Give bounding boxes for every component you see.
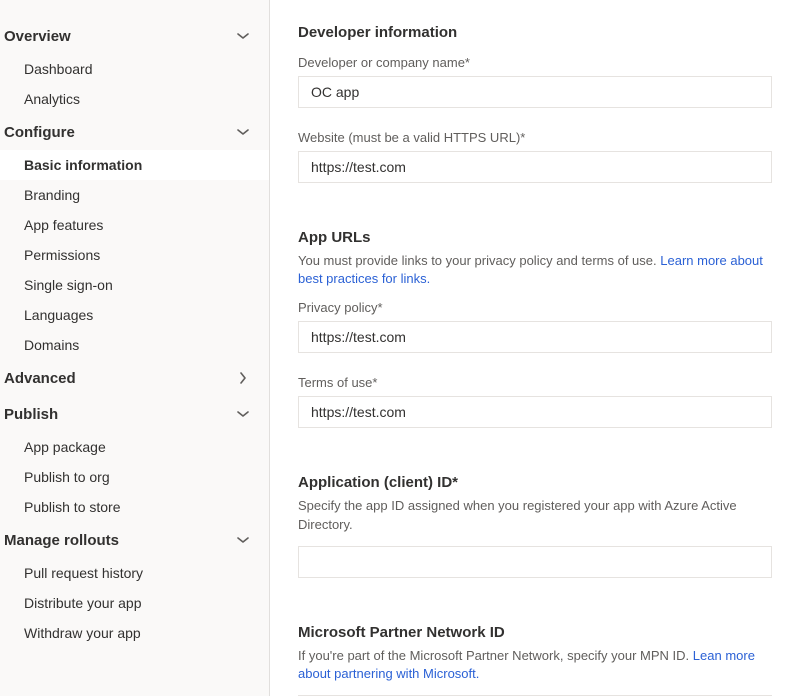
help-text-mpn: If you're part of the Microsoft Partner … [298,647,772,683]
sidebar-item-withdraw-your-app[interactable]: Withdraw your app [0,618,269,648]
sidebar-item-publish-to-org[interactable]: Publish to org [0,462,269,492]
sidebar-item-pull-request-history[interactable]: Pull request history [0,558,269,588]
sidebar-item-app-package[interactable]: App package [0,432,269,462]
section-header-label: Configure [4,124,75,141]
section-header-label: Manage rollouts [4,532,119,549]
input-client-id[interactable] [298,546,772,578]
section-header-advanced[interactable]: Advanced [0,360,269,396]
chevron-right-icon [233,368,253,388]
field-terms-of-use: Terms of use* [298,375,772,428]
sidebar-item-single-sign-on[interactable]: Single sign-on [0,270,269,300]
label-terms-of-use: Terms of use* [298,375,772,390]
section-title-mpn: Microsoft Partner Network ID [298,624,772,641]
section-title-app-urls: App URLs [298,229,772,246]
label-developer-name: Developer or company name* [298,55,772,70]
chevron-down-icon [233,26,253,46]
chevron-down-icon [233,404,253,424]
section-header-label: Overview [4,28,71,45]
section-header-configure[interactable]: Configure [0,114,269,150]
client-id-section: Application (client) ID* Specify the app… [298,474,772,577]
field-website: Website (must be a valid HTTPS URL)* [298,130,772,183]
input-terms-of-use[interactable] [298,396,772,428]
sidebar: Overview DashboardAnalytics Configure Basic… [0,0,270,696]
chevron-down-icon [233,530,253,550]
input-developer-name[interactable] [298,76,772,108]
sidebar-item-languages[interactable]: Languages [0,300,269,330]
section-title-client-id: Application (client) ID* [298,474,772,491]
label-website: Website (must be a valid HTTPS URL)* [298,130,772,145]
sidebar-item-domains[interactable]: Domains [0,330,269,360]
help-text-app-urls: You must provide links to your privacy p… [298,252,772,288]
field-client-id [298,546,772,578]
sidebar-item-permissions[interactable]: Permissions [0,240,269,270]
sidebar-item-distribute-your-app[interactable]: Distribute your app [0,588,269,618]
help-text-app-urls-prefix: You must provide links to your privacy p… [298,253,660,268]
section-header-overview[interactable]: Overview [0,18,269,54]
sidebar-item-publish-to-store[interactable]: Publish to store [0,492,269,522]
sidebar-item-dashboard[interactable]: Dashboard [0,54,269,84]
section-header-manage-rollouts[interactable]: Manage rollouts [0,522,269,558]
field-privacy-policy: Privacy policy* [298,300,772,353]
input-website[interactable] [298,151,772,183]
sidebar-item-basic-information[interactable]: Basic information [0,150,269,180]
developer-information-section: Developer information Developer or compa… [298,24,772,183]
field-developer-name: Developer or company name* [298,55,772,108]
chevron-down-icon [233,122,253,142]
section-header-label: Publish [4,406,58,423]
sidebar-item-app-features[interactable]: App features [0,210,269,240]
sidebar-item-analytics[interactable]: Analytics [0,84,269,114]
sidebar-item-branding[interactable]: Branding [0,180,269,210]
help-text-mpn-prefix: If you're part of the Microsoft Partner … [298,648,693,663]
mpn-section: Microsoft Partner Network ID If you're p… [298,624,772,696]
section-title-developer-information: Developer information [298,24,772,41]
app-urls-section: App URLs You must provide links to your … [298,229,772,428]
label-privacy-policy: Privacy policy* [298,300,772,315]
section-header-label: Advanced [4,370,76,387]
input-privacy-policy[interactable] [298,321,772,353]
help-text-client-id: Specify the app ID assigned when you reg… [298,497,772,533]
section-header-publish[interactable]: Publish [0,396,269,432]
main-content: Developer information Developer or compa… [270,0,800,696]
